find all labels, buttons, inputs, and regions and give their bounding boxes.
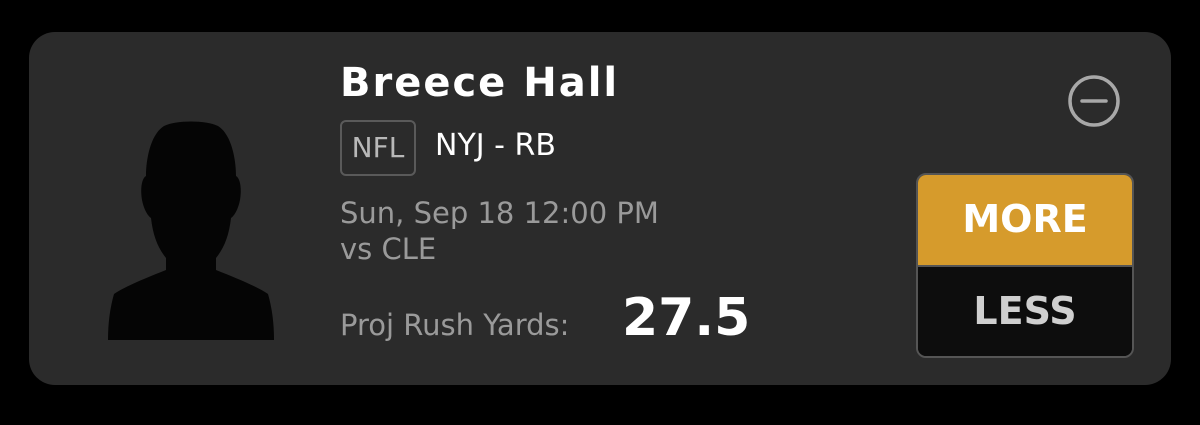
league-badge: NFL (340, 120, 416, 176)
projection-label: Proj Rush Yards: (340, 308, 570, 342)
projection-value: 27.5 (622, 288, 751, 348)
minus-circle-icon (1068, 75, 1120, 127)
more-less-selector: MORE LESS (916, 173, 1134, 358)
less-button[interactable]: LESS (918, 267, 1132, 356)
team-position: NYJ - RB (435, 128, 556, 163)
remove-button[interactable] (1066, 73, 1122, 129)
player-silhouette-avatar (108, 121, 274, 340)
game-time: Sun, Sep 18 12:00 PM (340, 196, 659, 230)
more-button[interactable]: MORE (918, 175, 1132, 267)
opponent: vs CLE (340, 232, 437, 266)
player-name: Breece Hall (340, 60, 620, 106)
